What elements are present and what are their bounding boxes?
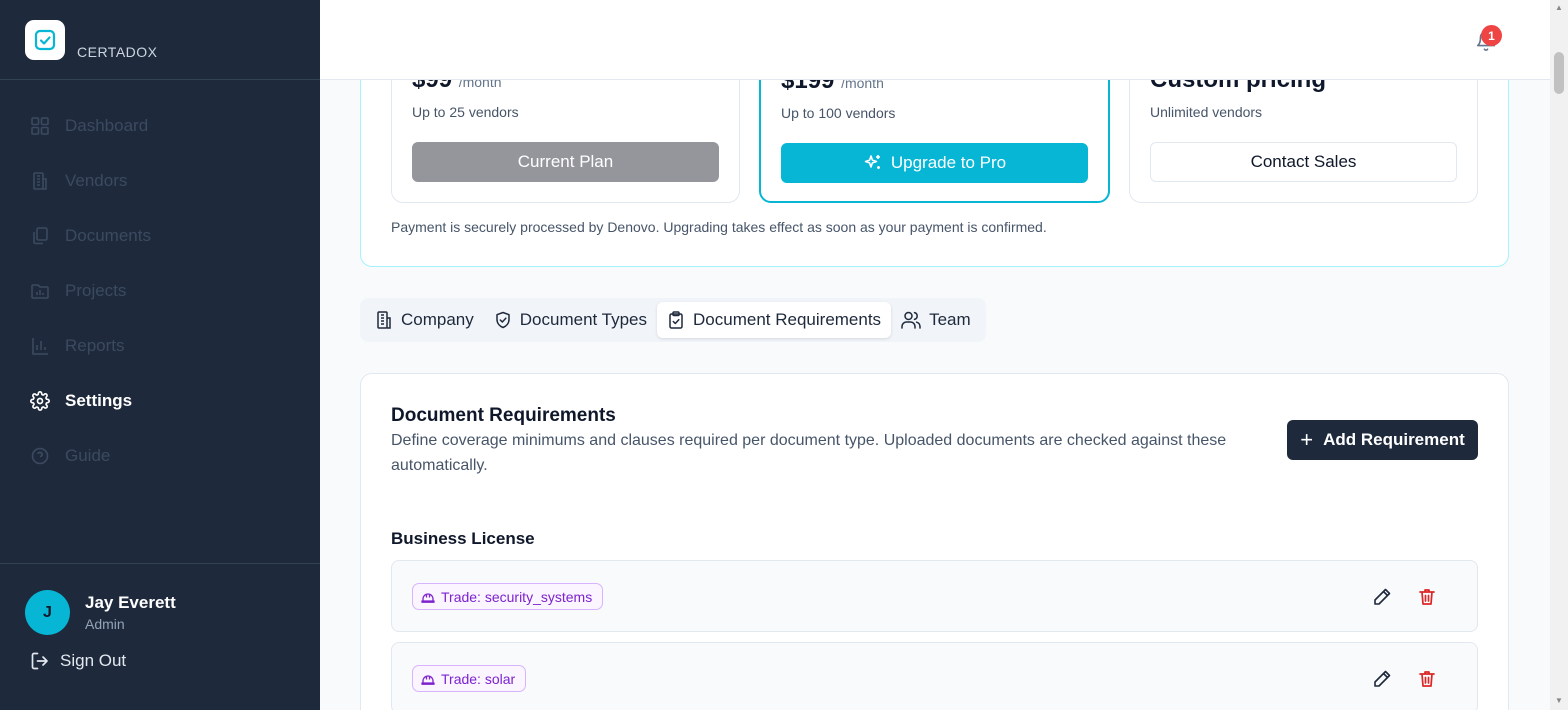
tab-label: Company bbox=[401, 310, 474, 329]
building-icon bbox=[375, 311, 393, 329]
plan-vendor-limit: Unlimited vendors bbox=[1150, 104, 1263, 120]
pencil-icon bbox=[1374, 588, 1391, 605]
sidebar-item-label: Documents bbox=[65, 225, 151, 245]
requirement-row: Trade: security_systems bbox=[391, 560, 1478, 632]
pencil-icon bbox=[1374, 670, 1391, 687]
delete-button[interactable] bbox=[1416, 586, 1438, 608]
sidebar-item-vendors[interactable]: Vendors bbox=[0, 153, 320, 208]
user-role: Admin bbox=[85, 616, 125, 632]
scrollbar-thumb[interactable] bbox=[1554, 52, 1564, 94]
sidebar-item-label: Projects bbox=[65, 280, 127, 300]
delete-button[interactable] bbox=[1416, 668, 1438, 690]
sidebar-divider bbox=[0, 79, 320, 80]
sidebar-item-label: Reports bbox=[65, 335, 125, 355]
trade-tag: Trade: security_systems bbox=[412, 583, 604, 610]
section-title: Document Requirements bbox=[391, 405, 616, 426]
sidebar-item-reports[interactable]: Reports bbox=[0, 318, 320, 373]
sidebar-item-label: Dashboard bbox=[65, 115, 149, 135]
edit-button[interactable] bbox=[1371, 586, 1393, 608]
upgrade-button-label: Upgrade to Pro bbox=[890, 153, 1007, 172]
sidebar-footer: J Jay Everett Admin Sign Out bbox=[0, 563, 320, 671]
brand-name: CERTADOX bbox=[77, 44, 158, 60]
tab-label: Team bbox=[929, 310, 971, 329]
dashboard-icon bbox=[30, 116, 50, 136]
add-requirement-label: Add Requirement bbox=[1323, 430, 1465, 449]
contact-sales-button[interactable]: Contact Sales bbox=[1150, 142, 1457, 182]
edit-button[interactable] bbox=[1371, 668, 1393, 690]
hard-hat-icon bbox=[421, 591, 435, 603]
documents-icon bbox=[30, 226, 50, 246]
help-circle-icon bbox=[30, 446, 50, 466]
bar-chart-icon bbox=[30, 336, 50, 356]
avatar: J bbox=[25, 590, 70, 635]
payment-note: Payment is securely processed by Denovo.… bbox=[391, 219, 1047, 235]
sign-out-button[interactable]: Sign Out bbox=[0, 635, 320, 671]
clipboard-check-icon bbox=[667, 311, 685, 329]
plan-vendor-limit: Up to 25 vendors bbox=[412, 104, 519, 120]
requirement-row: Trade: solar bbox=[391, 642, 1478, 710]
trash-icon bbox=[1419, 589, 1435, 605]
users-icon bbox=[901, 311, 921, 329]
user-name: Jay Everett bbox=[85, 593, 176, 612]
sidebar-item-dashboard[interactable]: Dashboard bbox=[0, 98, 320, 153]
shield-check-icon bbox=[494, 311, 512, 329]
main-content: $99 /month Up to 25 vendors Current Plan… bbox=[320, 0, 1550, 710]
top-bar: 1 bbox=[320, 0, 1550, 80]
page-scrollbar[interactable]: ▲ ▼ bbox=[1550, 0, 1568, 710]
trade-tag: Trade: solar bbox=[412, 665, 527, 692]
user-profile[interactable]: J Jay Everett Admin bbox=[0, 564, 320, 635]
tab-company[interactable]: Company bbox=[365, 302, 484, 338]
plan-vendor-limit: Up to 100 vendors bbox=[781, 105, 896, 121]
tab-document-requirements[interactable]: Document Requirements bbox=[657, 302, 892, 338]
sidebar: CERTADOX Dashboard Vendors Documents Pro… bbox=[0, 0, 320, 710]
gear-icon bbox=[30, 390, 50, 411]
sidebar-item-guide[interactable]: Guide bbox=[0, 428, 320, 483]
add-requirement-button[interactable]: + Add Requirement bbox=[1287, 420, 1478, 460]
sidebar-item-label: Vendors bbox=[65, 170, 128, 190]
requirement-group-title: Business License bbox=[391, 529, 535, 548]
folder-chart-icon bbox=[30, 281, 50, 301]
sidebar-item-settings[interactable]: Settings bbox=[0, 373, 320, 428]
upgrade-to-pro-button[interactable]: Upgrade to Pro bbox=[781, 143, 1088, 183]
sidebar-item-projects[interactable]: Projects bbox=[0, 263, 320, 318]
notification-badge: 1 bbox=[1481, 25, 1502, 46]
scroll-down-icon[interactable]: ▼ bbox=[1554, 696, 1564, 706]
trade-tag-label: Trade: security_systems bbox=[441, 588, 593, 605]
document-requirements-panel: Document Requirements Define coverage mi… bbox=[360, 373, 1509, 710]
building-icon bbox=[30, 171, 50, 191]
tab-label: Document Types bbox=[519, 310, 648, 329]
section-description: Define coverage minimums and clauses req… bbox=[391, 432, 1227, 474]
tab-team[interactable]: Team bbox=[891, 302, 981, 338]
tab-document-types[interactable]: Document Types bbox=[484, 302, 657, 338]
sparkles-icon bbox=[863, 153, 883, 173]
sidebar-item-label: Settings bbox=[65, 390, 133, 410]
check-square-icon bbox=[34, 29, 56, 51]
sidebar-nav: Dashboard Vendors Documents Projects Rep… bbox=[0, 98, 320, 483]
log-out-icon bbox=[30, 651, 50, 671]
tab-label: Document Requirements bbox=[693, 310, 882, 329]
sidebar-item-documents[interactable]: Documents bbox=[0, 208, 320, 263]
brand-logo[interactable] bbox=[25, 20, 65, 60]
trade-tag-label: Trade: solar bbox=[441, 670, 516, 687]
current-plan-button[interactable]: Current Plan bbox=[412, 142, 719, 182]
settings-tabs: Company Document Types Document Requirem… bbox=[360, 298, 986, 342]
scroll-up-icon[interactable]: ▲ bbox=[1554, 3, 1564, 13]
trash-icon bbox=[1419, 671, 1435, 687]
sign-out-label: Sign Out bbox=[60, 651, 127, 670]
hard-hat-icon bbox=[421, 673, 435, 685]
sidebar-item-label: Guide bbox=[65, 445, 111, 465]
plus-icon: + bbox=[1300, 427, 1314, 452]
